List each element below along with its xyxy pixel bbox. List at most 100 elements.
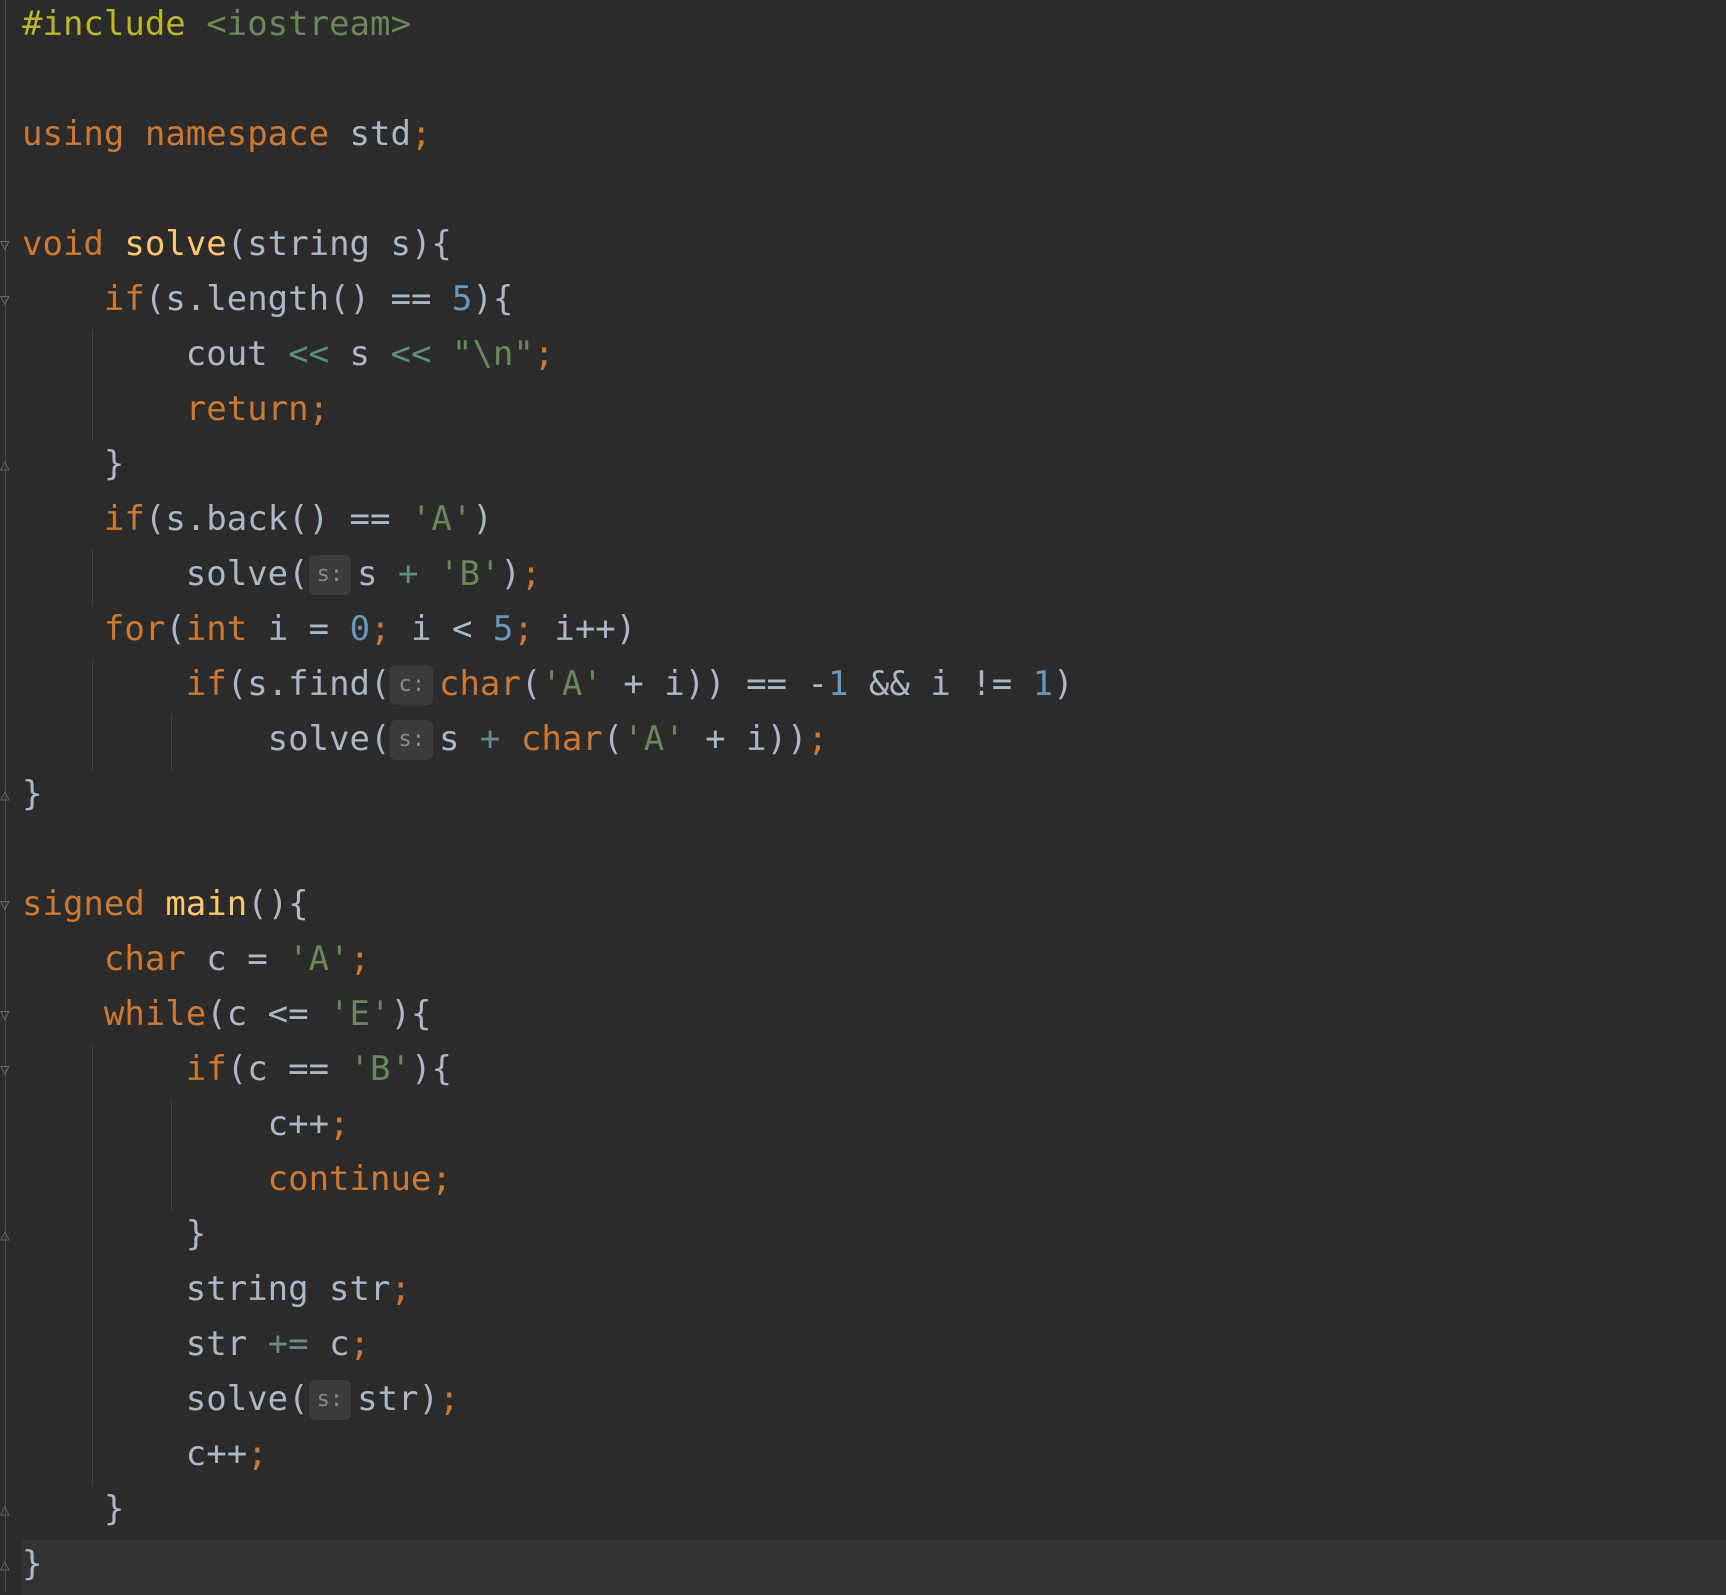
fold-close-icon[interactable]: △ [0,457,14,473]
code-line[interactable]: if(s.length() == 5){ [22,275,1726,330]
code-token: ; [438,1379,460,1419]
code-token: 0 [349,609,371,649]
code-line[interactable]: if(s.find(c: char('A' + i)) == -1 && i !=… [22,660,1726,715]
code-token: + i)) == - [602,664,828,704]
code-line[interactable]: #include <iostream> [22,0,1726,55]
code-line[interactable] [22,55,1726,110]
parameter-hint: s: [308,555,352,595]
parameter-hint: s: [390,720,433,760]
fold-close-icon[interactable]: △ [0,787,14,803]
code-line[interactable]: } [22,770,1726,825]
code-line[interactable]: while(c <= 'E'){ [22,990,1726,1045]
code-token: i = [247,609,350,649]
code-token: 1 [1032,664,1054,704]
code-token: (s.find( [226,664,391,704]
code-line[interactable]: void solve(string s){ [22,220,1726,275]
code-line[interactable]: solve(s: s + 'B'); [22,550,1726,605]
code-token: s [329,334,391,374]
code-line[interactable]: str += c; [22,1320,1726,1375]
code-token: (s.back() == [144,499,411,539]
code-line[interactable]: string str; [22,1265,1726,1320]
code-line[interactable]: return; [22,385,1726,440]
code-token: ; [533,334,555,374]
indent-guide [91,660,93,715]
code-token: 'A' [541,664,603,704]
code-line[interactable]: c++; [22,1100,1726,1155]
fold-close-icon[interactable]: △ [0,1557,14,1573]
code-line[interactable]: } [22,1540,1726,1595]
code-area[interactable]: #include <iostream> using namespace std; v… [22,0,1726,1595]
code-token: str [22,1324,268,1364]
code-token: ; [520,554,542,594]
code-token: 1 [827,664,849,704]
parameter-hint: s: [308,1380,352,1420]
code-line[interactable]: } [22,440,1726,495]
code-token: std [329,114,411,154]
code-token: } [22,774,43,814]
code-token: ){ [390,994,432,1034]
code-token: 'A' [288,939,350,979]
fold-open-icon[interactable]: ▽ [0,1007,14,1023]
code-line[interactable] [22,165,1726,220]
code-line[interactable]: } [22,1210,1726,1265]
indent-guide [91,330,93,385]
code-line[interactable]: continue; [22,1155,1726,1210]
fold-open-icon[interactable]: ▽ [0,1062,14,1078]
code-line[interactable] [22,825,1726,880]
code-token: } [22,1544,43,1584]
code-token: c++ [22,1434,248,1474]
fold-open-icon[interactable]: ▽ [0,292,14,308]
code-line[interactable]: using namespace std; [22,110,1726,165]
code-token: #include [22,4,186,44]
code-token: ){ [410,1049,452,1089]
code-line[interactable]: if(c == 'B'){ [22,1045,1726,1100]
code-token: ; [349,939,371,979]
fold-close-icon[interactable]: △ [0,1502,14,1518]
code-token: continue; [267,1159,452,1199]
code-line[interactable]: solve(s: str); [22,1375,1726,1430]
code-token: if [103,279,145,319]
code-token: solve( [22,554,309,594]
code-token: (){ [247,884,309,924]
code-line[interactable]: char c = 'A'; [22,935,1726,990]
code-line[interactable]: } [22,1485,1726,1540]
code-token: 'B' [349,1049,411,1089]
indent-guide [91,1210,93,1265]
code-token: } [22,1214,207,1254]
fold-open-icon[interactable]: ▽ [0,237,14,253]
code-line[interactable]: for(int i = 0; i < 5; i++) [22,605,1726,660]
code-editor[interactable]: #include <iostream> using namespace std; v… [0,0,1726,1595]
code-token: ( [602,719,624,759]
code-token: solve( [22,1379,309,1419]
indent-guide [91,1100,93,1155]
indent-guide [91,1320,93,1375]
code-line[interactable]: cout << s << "\n"; [22,330,1726,385]
indent-guide [91,1375,93,1430]
code-token: <iostream> [206,4,411,44]
fold-close-icon[interactable]: △ [0,1227,14,1243]
code-token: (string s){ [226,224,452,264]
code-token: string str [22,1269,391,1309]
code-line[interactable]: if(s.back() == 'A') [22,495,1726,550]
code-line[interactable]: signed main(){ [22,880,1726,935]
code-line[interactable]: c++; [22,1430,1726,1485]
code-token: ; [247,1434,268,1474]
code-token: s [438,719,480,759]
code-token: 'E' [329,994,391,1034]
code-token: } [22,1489,125,1529]
code-line[interactable]: solve(s: s + char('A' + i)); [22,715,1726,770]
fold-open-icon[interactable]: ▽ [0,897,14,913]
code-token: i++) [533,609,637,649]
indent-guide [91,550,93,605]
code-token: namespace [144,114,330,154]
code-token: 5 [451,279,473,319]
